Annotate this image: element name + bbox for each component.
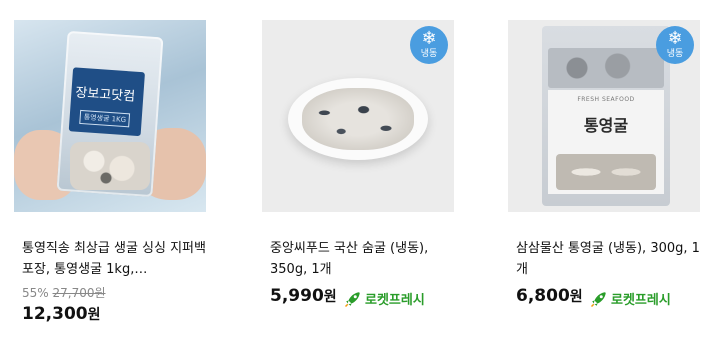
oyster-bag-graphic: FRESH SEAFOOD 통영굴 xyxy=(542,26,670,206)
package-weight-label: 통영생굴 1KG xyxy=(79,109,131,128)
product-image[interactable]: 장보고닷컴 통영생굴 1KG xyxy=(14,20,206,212)
snowflake-icon: ❄ xyxy=(421,28,437,49)
package-label: FRESH SEAFOOD 통영굴 xyxy=(548,90,664,194)
product-card-2[interactable]: ❄ 냉동 중앙씨푸드 국산 숨굴 (냉동), 350g, 1개 5,990원 로… xyxy=(262,0,454,308)
price-value: 6,800 xyxy=(516,286,570,306)
rocket-icon xyxy=(590,291,606,307)
rocket-fresh-badge: 로켓프레시 xyxy=(590,289,671,308)
product-title[interactable]: 중앙씨푸드 국산 숨굴 (냉동), 350g, 1개 xyxy=(270,238,454,280)
sale-price: 5,990원 xyxy=(270,286,337,306)
sale-price: 6,800원 xyxy=(516,286,583,306)
original-price: 27,700원 xyxy=(52,286,106,300)
oysters-graphic xyxy=(556,154,656,190)
package-name: 통영굴 xyxy=(583,116,629,135)
price-currency: 원 xyxy=(323,289,337,305)
rocket-fresh-label: 로켓프레시 xyxy=(365,293,425,308)
frozen-badge: ❄ 냉동 xyxy=(656,26,694,64)
rocket-fresh-label: 로켓프레시 xyxy=(611,293,671,308)
price-currency: 원 xyxy=(87,307,101,323)
plate-graphic xyxy=(288,78,428,160)
rocket-icon xyxy=(344,291,360,307)
snowflake-icon: ❄ xyxy=(667,28,683,49)
product-title[interactable]: 삼삼물산 통영굴 (냉동), 300g, 1개 xyxy=(516,238,700,280)
oysters-graphic xyxy=(70,142,150,190)
frozen-badge-label: 냉동 xyxy=(666,49,684,59)
oysters-graphic xyxy=(302,88,414,150)
product-card-1[interactable]: 장보고닷컴 통영생굴 1KG 통영직송 최상급 생굴 싱싱 지퍼백 포장, 통영… xyxy=(14,0,206,324)
package-label: 장보고닷컴 통영생굴 1KG xyxy=(68,67,145,137)
discount-rate: 55% xyxy=(22,286,49,300)
original-price-row: 55% 27,700원 xyxy=(22,284,106,301)
product-image[interactable]: FRESH SEAFOOD 통영굴 ❄ 냉동 xyxy=(508,20,700,212)
product-card-3[interactable]: FRESH SEAFOOD 통영굴 ❄ 냉동 삼삼물산 통영굴 (냉동), 30… xyxy=(508,0,700,308)
price-value: 12,300 xyxy=(22,304,88,324)
package-brand: 장보고닷컴 xyxy=(74,85,136,105)
product-title[interactable]: 통영직송 최상급 생굴 싱싱 지퍼백 포장, 통영생굴 1kg,… xyxy=(22,238,206,280)
product-image[interactable]: ❄ 냉동 xyxy=(262,20,454,212)
price-currency: 원 xyxy=(569,289,583,305)
bag-top-window xyxy=(548,48,664,88)
sale-price: 12,300원 xyxy=(22,304,101,324)
rocket-fresh-badge: 로켓프레시 xyxy=(344,289,425,308)
frozen-badge: ❄ 냉동 xyxy=(410,26,448,64)
frozen-badge-label: 냉동 xyxy=(420,49,438,59)
price-value: 5,990 xyxy=(270,286,324,306)
package-tagline: FRESH SEAFOOD xyxy=(577,96,635,103)
